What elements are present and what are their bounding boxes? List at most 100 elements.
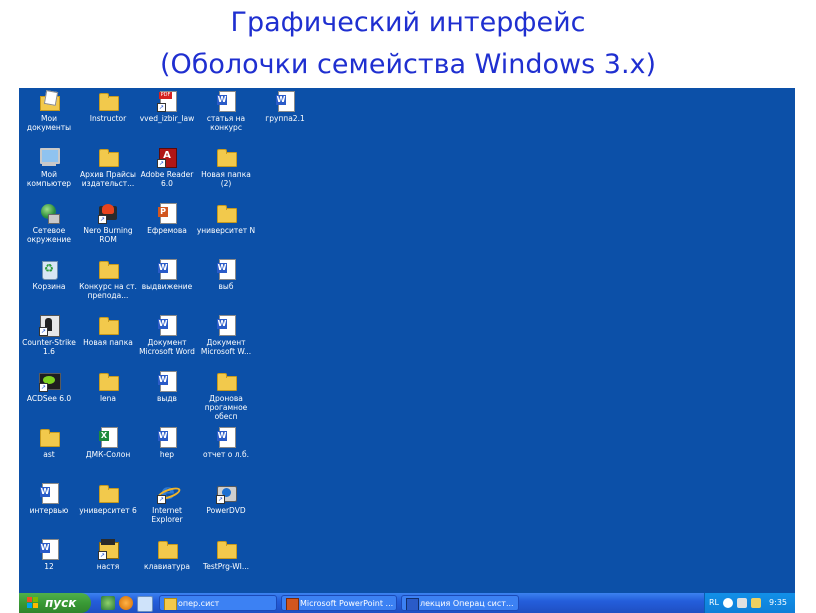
desktop-icon[interactable]: выб [196,258,256,310]
desktop-icon-label: Мой компьютер [26,170,72,188]
quick-launch-desktop-icon[interactable] [137,596,153,612]
desktop-icon[interactable]: Корзина [19,258,79,310]
desktop-icon-label: Документ Microsoft Word [139,338,195,356]
taskbar: пуск опер.сист Microsoft PowerPoint ... … [19,593,795,613]
desktop-icon[interactable]: клавиатура [137,538,197,590]
nastya-app-icon: ↗ [97,538,119,560]
desktop-icon-label: выдвижение [141,282,193,291]
desktop-icon[interactable]: hep [137,426,197,478]
desktop-icon-label: Instructor [89,114,127,123]
start-label: пуск [45,596,77,610]
folder-icon [97,314,119,336]
desktop-icon[interactable]: Документ Microsoft Word [137,314,197,366]
desktop-icon-label: Документ Microsoft W... [200,338,252,356]
shortcut-arrow-icon: ↗ [157,103,166,112]
folder-icon [164,598,177,610]
powerpoint-document-icon [156,202,178,224]
pdf-document-icon: ↗ [156,90,178,112]
start-button[interactable]: пуск [19,593,91,613]
system-tray: RL 9:35 [704,593,795,613]
desktop-icon-label: выб [218,282,234,291]
desktop-icon[interactable]: статья на конкурс [196,90,256,142]
desktop-icon[interactable]: ↗ ACDSee 6.0 [19,370,79,422]
folder-icon [215,146,237,168]
tray-volume-icon[interactable] [751,598,761,608]
desktop-icon-label: Counter-Strike 1.6 [22,338,76,356]
desktop-icon[interactable]: выдвижение [137,258,197,310]
desktop-icon-label: Корзина [32,282,66,291]
desktop-icon[interactable]: ↗ vved_izbir_law [137,90,197,142]
acdsee-icon: ↗ [38,370,61,392]
folder-icon [97,370,119,392]
desktop-icon[interactable]: группа2.1 [255,90,315,142]
desktop-icon[interactable]: ↗ Nero Burning ROM [78,202,138,254]
desktop-icon[interactable]: ↗ Adobe Reader 6.0 [137,146,197,198]
desktop-icon[interactable]: ↗ Counter-Strike 1.6 [19,314,79,366]
desktop-icon-label: группа2.1 [265,114,305,123]
desktop-icon[interactable]: Новая папка [78,314,138,366]
tray-arrow-icon[interactable] [723,598,733,608]
desktop-icon[interactable]: интервью [19,482,79,534]
quick-launch-media-icon[interactable] [119,596,133,610]
desktop-icon[interactable]: выдв [137,370,197,422]
word-document-icon [156,258,178,280]
desktop-icon[interactable]: Мои документы [19,90,79,142]
desktop-icon-label: PowerDVD [206,506,246,515]
my-computer-icon [38,146,60,168]
desktop-icon-label: Архив Прайсы издательст... [80,170,136,188]
desktop-icon[interactable]: ast [19,426,79,478]
desktop-icon[interactable]: Документ Microsoft W... [196,314,256,366]
shortcut-arrow-icon: ↗ [39,383,48,392]
task-button-lecture[interactable]: лекция Операц сист... [401,595,519,611]
task-label: Microsoft PowerPoint ... [300,599,394,608]
folder-icon [38,426,60,448]
shortcut-arrow-icon: ↗ [98,551,107,560]
desktop-icon-label: Мои документы [26,114,72,132]
desktop-icon[interactable]: Instructor [78,90,138,142]
tray-printer-icon[interactable] [737,598,747,608]
desktop-icon[interactable]: lena [78,370,138,422]
folder-icon [97,258,119,280]
desktop-icon[interactable]: Конкурс на ст. препода... [78,258,138,310]
quick-launch-network-icon[interactable] [101,596,115,610]
word-icon [406,598,419,610]
desktop-icon[interactable]: Архив Прайсы издательст... [78,146,138,198]
folder-icon [97,482,119,504]
desktop-icon[interactable]: TestPrg-WI... [196,538,256,590]
desktop-icon-label: Adobe Reader 6.0 [140,170,194,188]
desktop-icon[interactable]: ↗ PowerDVD [196,482,256,534]
desktop-icon-label: настя [96,562,120,571]
desktop-icon[interactable]: ↗ Internet Explorer [137,482,197,534]
excel-document-icon [97,426,119,448]
desktop-icon[interactable]: ДМК-Солон [78,426,138,478]
shortcut-arrow-icon: ↗ [216,495,225,504]
desktop-icon[interactable]: Мой компьютер [19,146,79,198]
task-label: лекция Операц сист... [420,599,514,608]
desktop-icon[interactable]: ↗ настя [78,538,138,590]
internet-explorer-icon: ↗ [156,482,178,504]
language-indicator[interactable]: RL [709,593,719,613]
desktop-icon[interactable]: университет 6 [78,482,138,534]
desktop-icon[interactable]: 12 [19,538,79,590]
folder-icon [215,370,237,392]
desktop-icon-label: Nero Burning ROM [83,226,133,244]
desktop-icon[interactable]: Ефремова [137,202,197,254]
shortcut-arrow-icon: ↗ [157,495,166,504]
desktop-icon[interactable]: Новая папка (2) [196,146,256,198]
shortcut-arrow-icon: ↗ [157,159,166,168]
folder-icon [215,538,237,560]
desktop-icon-label: выдв [157,394,177,403]
desktop-icon-label: ДМК-Солон [85,450,131,459]
desktop-icon-label: 12 [44,562,54,571]
desktop-icon[interactable]: Сетевое окружение [19,202,79,254]
word-document-icon [215,90,237,112]
recycle-bin-icon [38,258,60,280]
desktop-icon[interactable]: университет N [196,202,256,254]
desktop-icon-label: Internet Explorer [151,506,183,524]
task-button-powerpoint[interactable]: Microsoft PowerPoint ... [281,595,397,611]
powerpoint-icon [286,598,299,610]
desktop-icon-label: Конкурс на ст. препода... [79,282,137,300]
desktop-icon[interactable]: отчет о л.б. [196,426,256,478]
task-button-oper-sist[interactable]: опер.сист [159,595,277,611]
desktop-icon[interactable]: Дронова прогамное обесп [196,370,256,422]
